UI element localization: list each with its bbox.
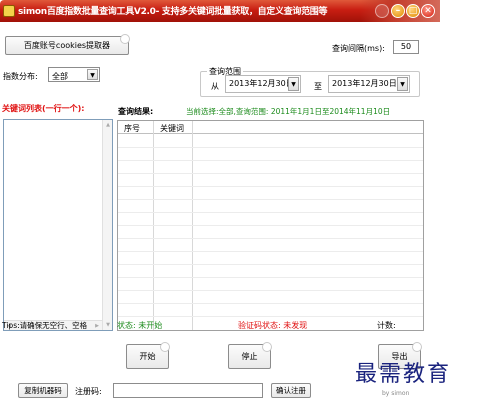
title-bar: simon百度指数批量查询工具V2.0- 支持多关键词批量获取，自定义查询范围等… (0, 0, 440, 22)
start-button[interactable]: 开始 (126, 342, 170, 369)
interval-input[interactable]: 50 (393, 40, 419, 54)
from-date-value: 2013年12月30日 (229, 79, 294, 88)
watermark-subtext: by simon (382, 390, 410, 397)
results-header: 查询结果: (118, 107, 154, 116)
app-icon (3, 5, 15, 17)
scroll-right-icon[interactable]: ▶ (92, 321, 102, 331)
button-ring-icon (412, 342, 422, 352)
from-date-picker[interactable]: 2013年12月30日 ▼ (225, 75, 301, 93)
keyword-textarea[interactable]: ▲ ▼ ◀ ▶ (3, 119, 113, 331)
to-date-picker[interactable]: 2013年12月30日 ▼ (328, 75, 410, 93)
interval-label: 查询间隔(ms): (332, 44, 385, 53)
confirm-register-label: 确认注册 (276, 386, 306, 395)
button-ring-icon (262, 342, 272, 352)
results-grid-header: 序号 关键词 (118, 121, 423, 134)
status-text: 状态: 未开始 (117, 321, 163, 330)
stop-label: 停止 (241, 352, 258, 361)
captcha-status-text: 验证码状态: 未发现 (238, 321, 308, 330)
maximize-button[interactable]: □ (406, 4, 420, 18)
help-button[interactable] (375, 4, 389, 18)
row-line (118, 264, 423, 265)
column-header-index: 序号 (124, 124, 140, 133)
chevron-down-icon[interactable]: ▼ (87, 69, 98, 80)
stop-button[interactable]: 停止 (228, 342, 272, 369)
row-line (118, 173, 423, 174)
cookie-extractor-label: 百度账号cookies提取器 (23, 41, 111, 50)
close-button[interactable]: ✕ (421, 4, 435, 18)
row-line (118, 277, 423, 278)
confirm-register-button[interactable]: 确认注册 (271, 383, 311, 398)
current-selection-text: 当前选择:全部,查询范围: 2011年1月1日至2014年11月10日 (186, 107, 391, 116)
distribution-select[interactable]: 全部 ▼ (48, 67, 100, 82)
chevron-down-icon[interactable]: ▼ (288, 77, 299, 91)
button-ring-icon (120, 34, 130, 44)
window-body: 百度账号cookies提取器 查询间隔(ms): 50 指数分布: 全部 ▼ 查… (0, 22, 440, 406)
scroll-down-icon[interactable]: ▼ (103, 320, 113, 330)
vertical-scrollbar[interactable]: ▲ ▼ (102, 120, 112, 330)
row-line (118, 290, 423, 291)
distribution-selected: 全部 (52, 72, 68, 81)
copy-machine-code-button[interactable]: 复制机器码 (18, 383, 68, 398)
row-line (118, 186, 423, 187)
count-label: 计数: (377, 321, 396, 330)
chevron-down-icon[interactable]: ▼ (397, 77, 408, 91)
minimize-button[interactable]: – (391, 4, 405, 18)
watermark-logo: 最需教育 (355, 362, 452, 387)
reg-code-input[interactable] (113, 383, 263, 398)
row-line (118, 160, 423, 161)
row-line (118, 199, 423, 200)
keyword-list-header: 关键词列表(一行一个): (2, 104, 85, 113)
from-label: 从 (211, 82, 219, 91)
start-label: 开始 (139, 352, 156, 361)
to-date-value: 2013年12月30日 (332, 79, 397, 88)
column-header-keyword: 关键词 (160, 124, 184, 133)
window-title: simon百度指数批量查询工具V2.0- 支持多关键词批量获取，自定义查询范围等 (18, 7, 328, 17)
row-line (118, 212, 423, 213)
row-line (118, 303, 423, 304)
row-line (118, 316, 423, 317)
row-line (118, 238, 423, 239)
reg-code-label: 注册码: (75, 387, 102, 396)
cookie-extractor-button[interactable]: 百度账号cookies提取器 (5, 34, 130, 55)
tips-text: Tips:请确保无空行、空格 (2, 321, 88, 330)
scroll-up-icon[interactable]: ▲ (103, 120, 113, 130)
copy-machine-code-label: 复制机器码 (24, 386, 62, 395)
row-line (118, 225, 423, 226)
to-label: 至 (314, 82, 322, 91)
button-ring-icon (160, 342, 170, 352)
distribution-label: 指数分布: (3, 72, 38, 81)
row-line (118, 251, 423, 252)
results-grid[interactable]: 序号 关键词 (117, 120, 424, 331)
row-line (118, 147, 423, 148)
